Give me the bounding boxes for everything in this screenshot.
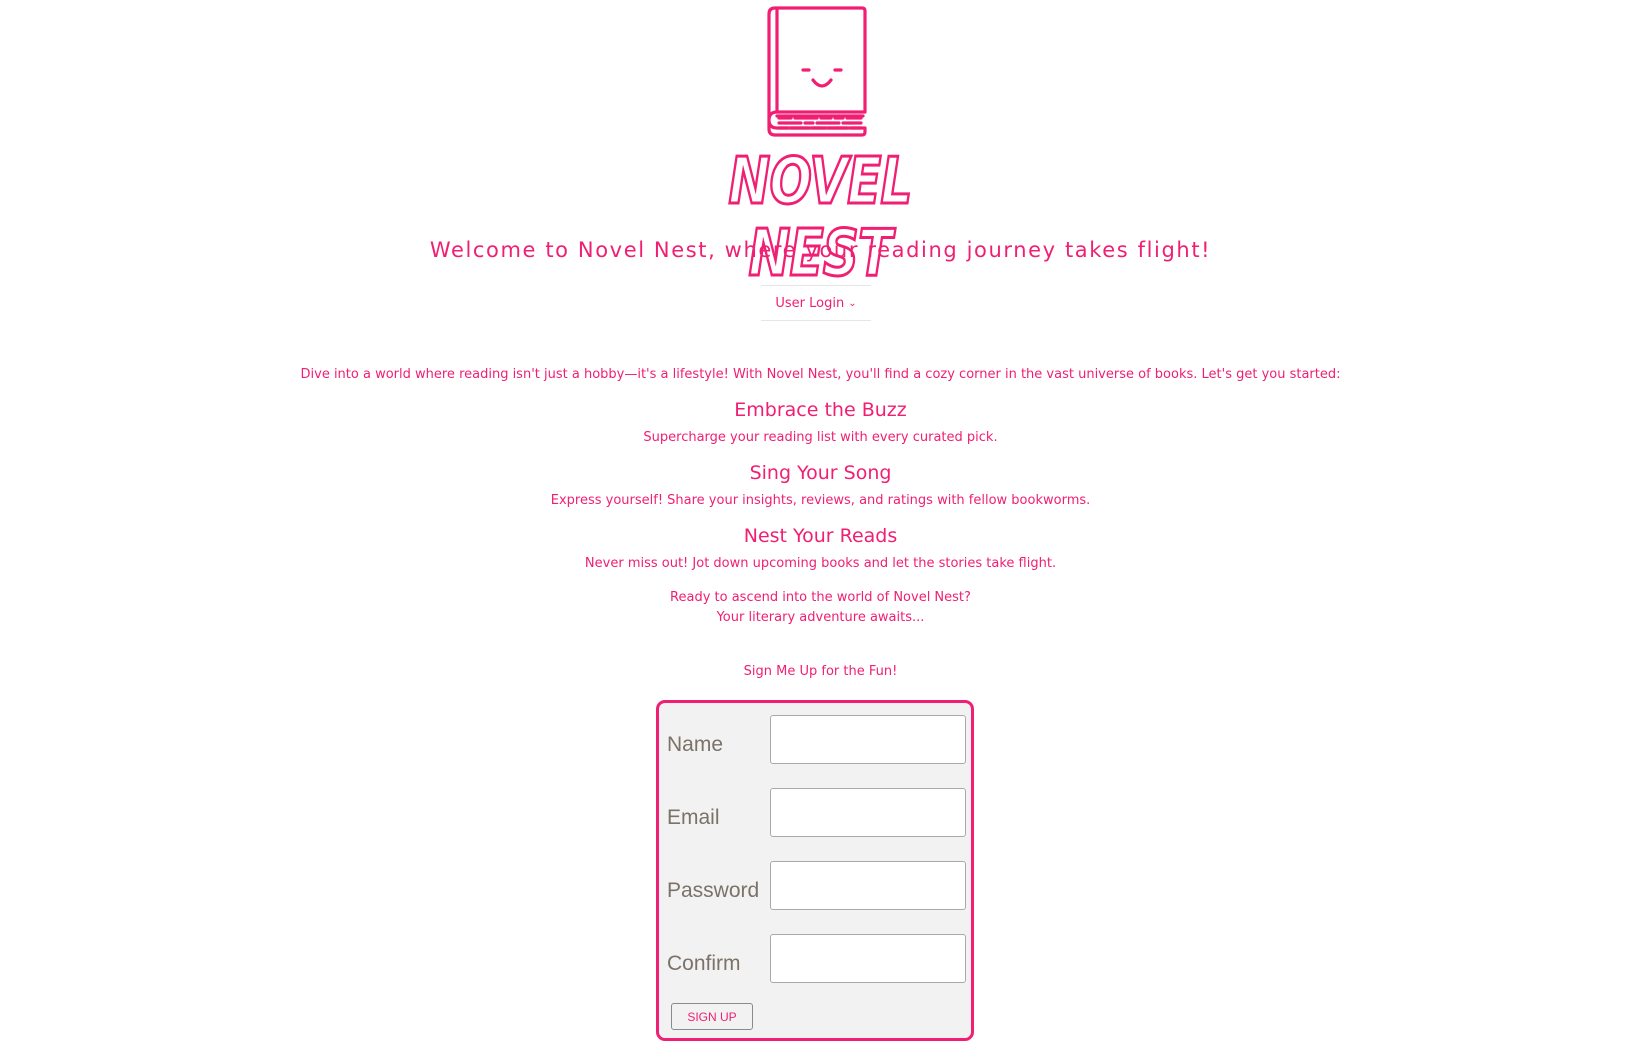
name-field[interactable] <box>770 715 966 764</box>
feature-title: Embrace the Buzz <box>734 399 907 421</box>
user-login-label: User Login <box>775 295 845 311</box>
confirm-password-field[interactable] <box>770 934 966 983</box>
sign-up-button[interactable]: SIGN UP <box>671 1003 753 1030</box>
confirm-label: Confirm <box>667 952 741 975</box>
feature-title: Nest Your Reads <box>743 525 898 547</box>
signup-form: Name Email Password Confirm SIGN UP <box>656 700 974 1041</box>
email-label: Email <box>667 806 720 829</box>
adventure-text: Your literary adventure awaits... <box>716 610 925 625</box>
feature-description: Never miss out! Jot down upcoming books … <box>584 556 1057 571</box>
user-login-toggle[interactable]: User Login ⌄ <box>761 285 871 321</box>
name-label: Name <box>667 733 724 756</box>
signup-page: NOVEL NEST Welcome to Novel Nest, where … <box>0 0 1641 1053</box>
password-field[interactable] <box>770 861 966 910</box>
signup-prompt: Sign Me Up for the Fun! <box>743 664 898 679</box>
intro-text: Dive into a world where reading isn't ju… <box>300 367 1341 382</box>
feature-description: Express yourself! Share your insights, r… <box>550 493 1091 508</box>
email-field[interactable] <box>770 788 966 837</box>
feature-title: Sing Your Song <box>749 462 892 484</box>
book-logo-icon <box>767 6 867 137</box>
feature-description: Supercharge your reading list with every… <box>643 430 998 445</box>
chevron-down-icon: ⌄ <box>848 297 857 309</box>
password-label: Password <box>667 879 760 902</box>
welcome-heading: Welcome to Novel Nest, where your readin… <box>429 238 1212 262</box>
ready-text: Ready to ascend into the world of Novel … <box>670 590 971 605</box>
brand-wordmark: NOVEL NEST <box>727 145 913 292</box>
